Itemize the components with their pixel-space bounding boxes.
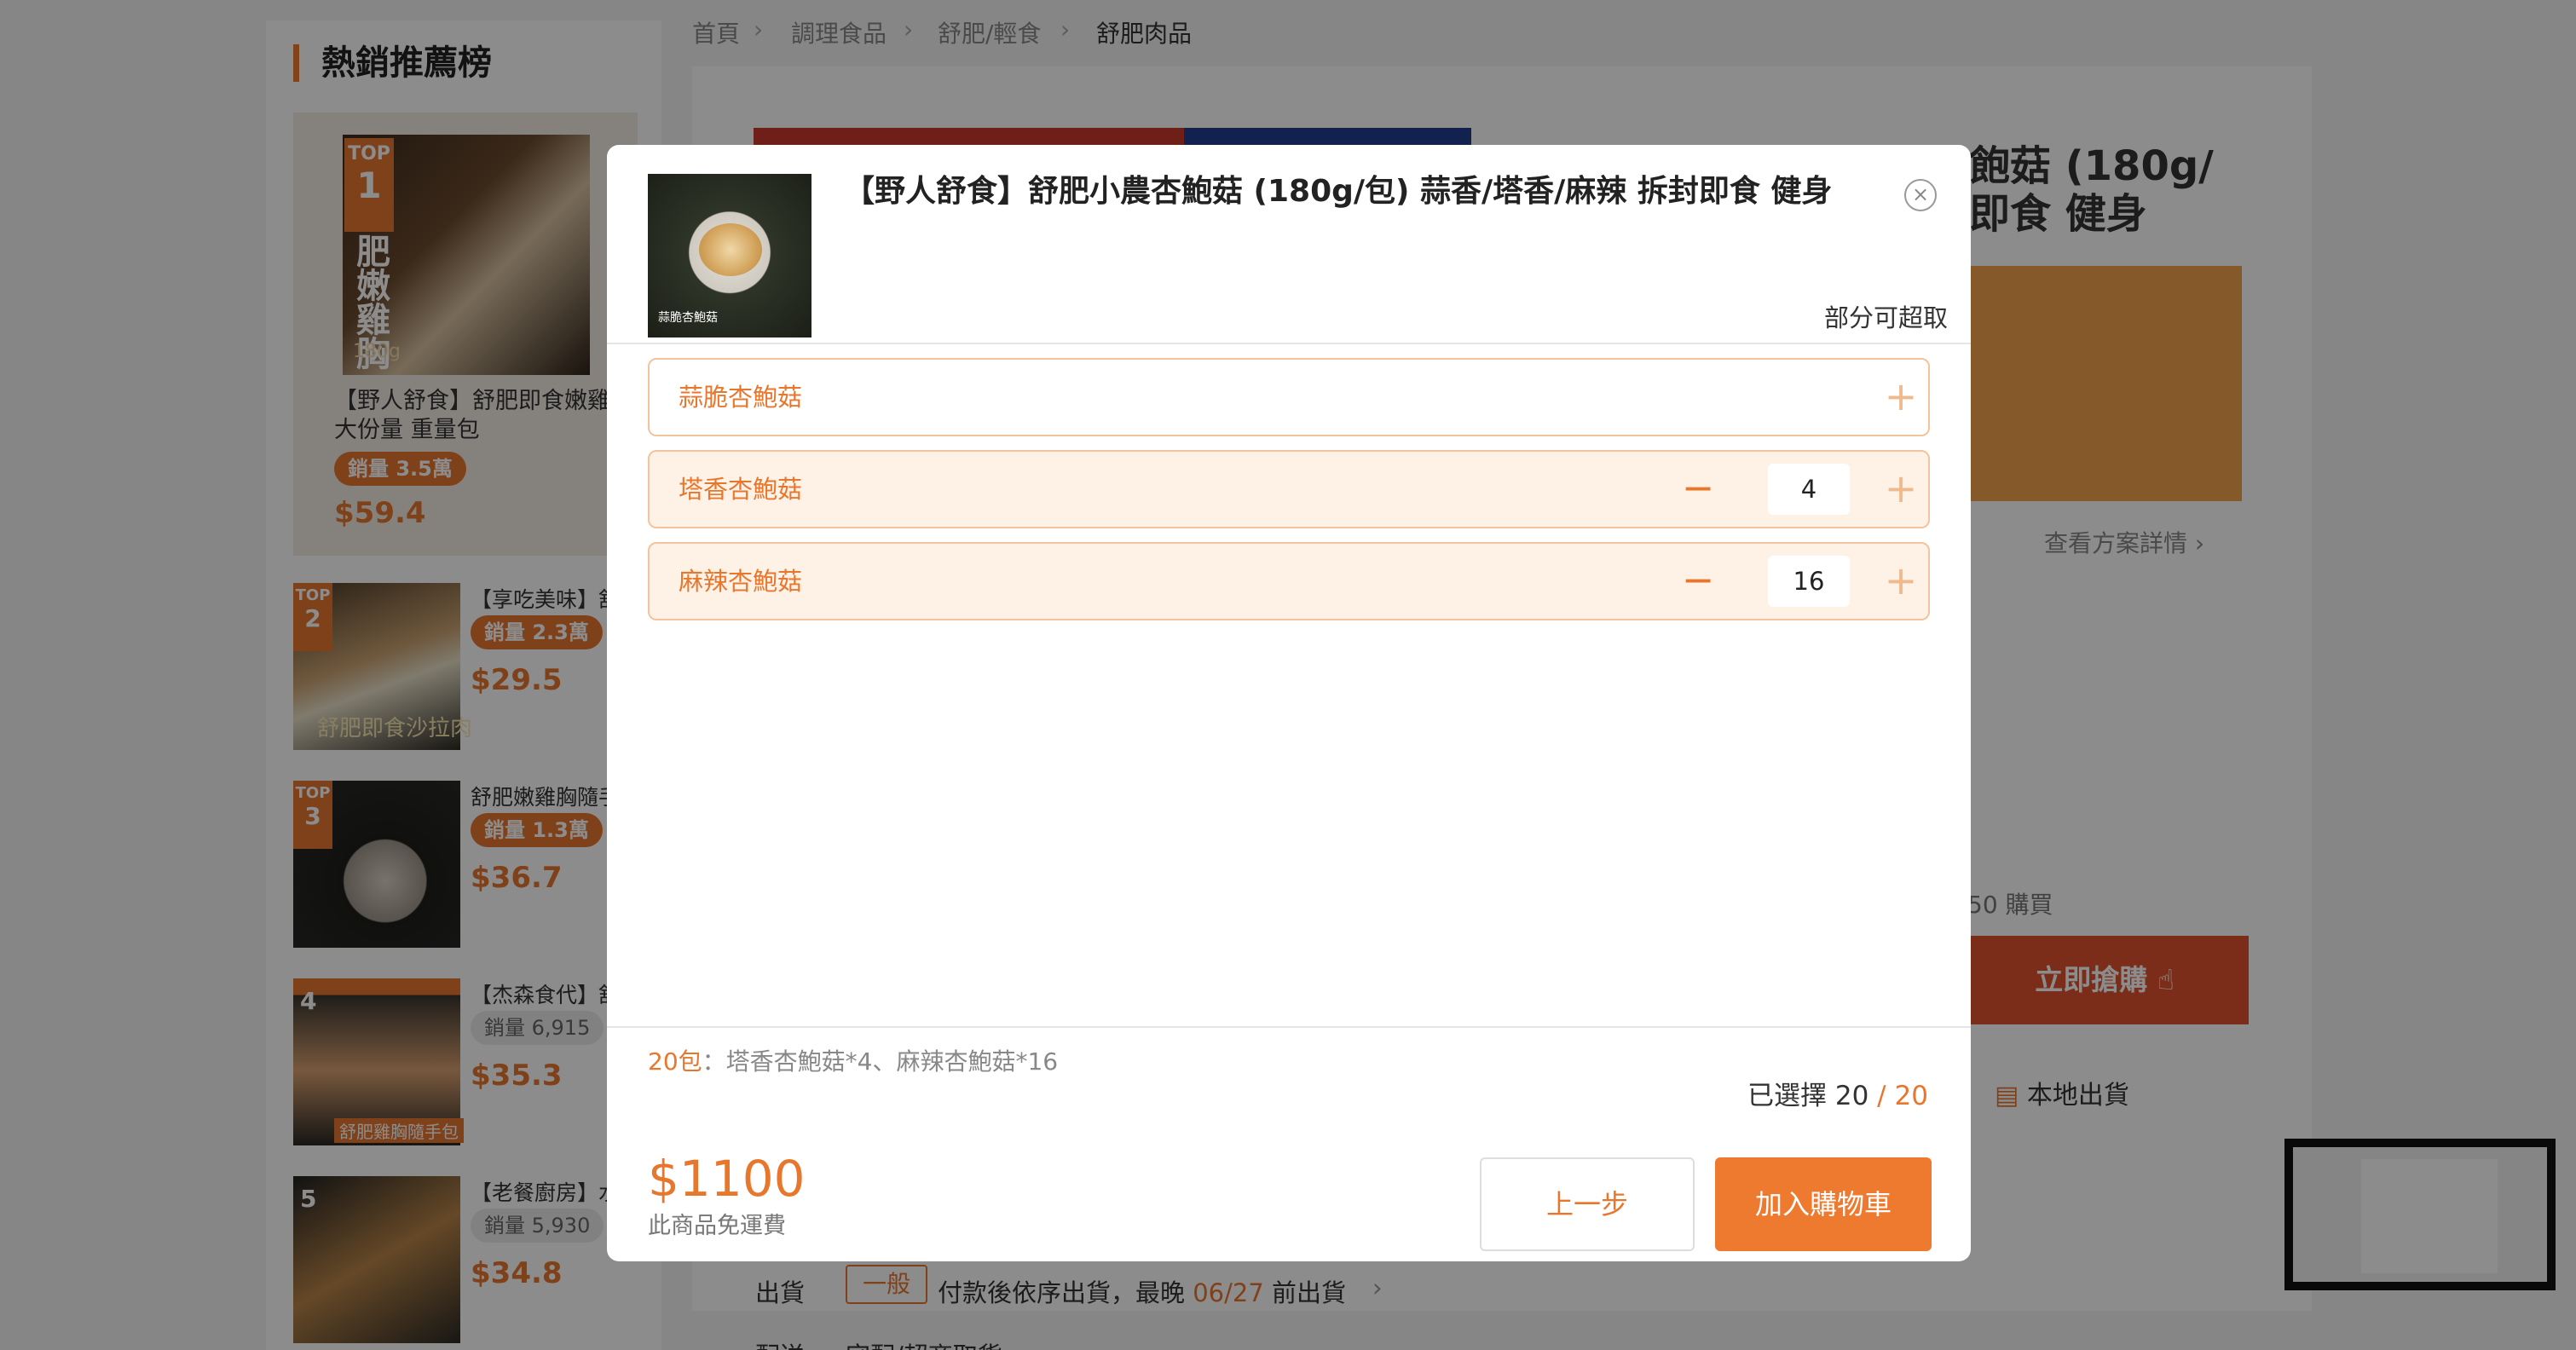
variant-option-garlic[interactable]: 蒜脆杏鮑菇 + (648, 358, 1930, 436)
selected-count: 已選擇 20 / 20 (1747, 1081, 1928, 1111)
close-icon[interactable]: × (1904, 179, 1937, 211)
selection-summary: 20包：塔香杏鮑菇*4、麻辣杏鮑菇*16 (648, 1047, 1059, 1076)
variant-label: 麻辣杏鮑菇 (679, 567, 803, 596)
variant-option-spicy[interactable]: 麻辣杏鮑菇 − 16 + (648, 542, 1930, 620)
pickup-availability: 部分可超取 (1824, 303, 1949, 332)
previous-step-button[interactable]: 上一步 (1480, 1157, 1695, 1251)
variant-label: 蒜脆杏鮑菇 (679, 383, 803, 412)
quantity-input[interactable]: 16 (1768, 556, 1850, 607)
modal-product-thumbnail: 蒜脆杏鮑菇 (648, 174, 811, 338)
thumbnail-caption: 蒜脆杏鮑菇 (658, 311, 718, 325)
quantity-input[interactable]: 4 (1768, 464, 1850, 515)
total-price: $1100 (648, 1150, 806, 1208)
plus-icon[interactable]: + (1875, 464, 1926, 515)
plus-icon[interactable]: + (1875, 372, 1926, 423)
variant-label: 塔香杏鮑菇 (679, 475, 803, 504)
add-to-cart-button[interactable]: 加入購物車 (1715, 1157, 1932, 1251)
free-shipping-note: 此商品免運費 (648, 1213, 786, 1239)
modal-product-title: 【野人舒食】舒肥小農杏鮑菇 (180g/包) 蒜香/塔香/麻辣 拆封即食 健身 (844, 174, 1833, 209)
minus-icon[interactable]: − (1672, 464, 1724, 515)
variant-option-basil[interactable]: 塔香杏鮑菇 − 4 + (648, 450, 1930, 528)
divider (607, 1026, 1971, 1028)
minus-icon[interactable]: − (1672, 556, 1724, 607)
variant-select-modal: 蒜脆杏鮑菇 【野人舒食】舒肥小農杏鮑菇 (180g/包) 蒜香/塔香/麻辣 拆封… (607, 145, 1971, 1261)
divider (607, 343, 1971, 344)
plus-icon[interactable]: + (1875, 556, 1926, 607)
